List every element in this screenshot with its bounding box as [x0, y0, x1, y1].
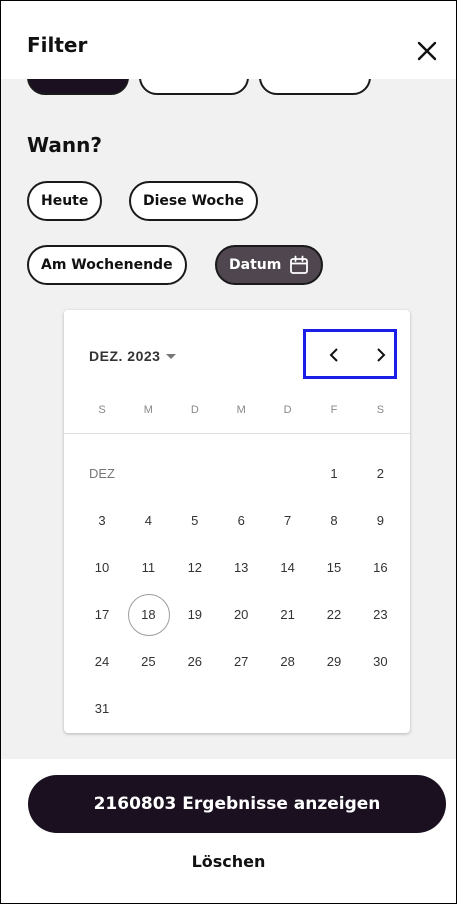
- weekday-label: M: [143, 404, 153, 416]
- caret-down-icon: [166, 353, 177, 359]
- partial-chip-selected[interactable]: [27, 79, 129, 95]
- filter-header: Filter: [1, 1, 456, 79]
- calendar-day[interactable]: 2: [357, 450, 403, 496]
- calendar-day[interactable]: 30: [357, 638, 403, 684]
- calendar-icon: [289, 255, 309, 275]
- chip-label: Diese Woche: [143, 193, 244, 209]
- calendar-day[interactable]: 19: [172, 591, 218, 637]
- close-icon: [417, 41, 437, 61]
- show-results-button[interactable]: 2160803 Ergebnisse anzeigen: [28, 775, 446, 833]
- chip-today[interactable]: Heute: [27, 181, 103, 221]
- weekday-label: F: [330, 404, 338, 416]
- section-title-when: Wann?: [27, 133, 102, 157]
- chevron-right-icon: [377, 348, 386, 362]
- clear-button[interactable]: Löschen: [1, 852, 456, 871]
- filter-footer: 2160803 Ergebnisse anzeigen Löschen: [1, 759, 456, 903]
- calendar-day[interactable]: 26: [172, 638, 218, 684]
- month-selector[interactable]: DEZ. 2023: [89, 348, 177, 364]
- calendar-day[interactable]: 4: [125, 497, 171, 543]
- calendar-day[interactable]: 3: [79, 497, 125, 543]
- calendar-day[interactable]: 9: [357, 497, 403, 543]
- calendar-day[interactable]: 10: [79, 544, 125, 590]
- filter-title: Filter: [27, 33, 88, 57]
- partial-chip[interactable]: [259, 79, 371, 95]
- weekday-label: S: [98, 404, 106, 416]
- calendar-day[interactable]: 14: [265, 544, 311, 590]
- chip-label: Am Wochenende: [41, 257, 173, 273]
- next-month-button[interactable]: [366, 338, 396, 372]
- weekday-header: SMDMDFS: [79, 404, 404, 420]
- month-label: DEZ. 2023: [89, 348, 161, 364]
- calendar-day[interactable]: 11: [125, 544, 171, 590]
- weekday-label: D: [190, 404, 199, 416]
- chip-label: Datum: [229, 257, 282, 273]
- calendar-day[interactable]: 7: [265, 497, 311, 543]
- calendar-day[interactable]: 24: [79, 638, 125, 684]
- calendar-day[interactable]: 12: [172, 544, 218, 590]
- weekday-label: M: [236, 404, 246, 416]
- divider: [64, 433, 410, 434]
- calendar-day[interactable]: 1: [311, 450, 357, 496]
- calendar-day[interactable]: 6: [218, 497, 264, 543]
- calendar-day[interactable]: 27: [218, 638, 264, 684]
- calendar-day[interactable]: 13: [218, 544, 264, 590]
- calendar-day[interactable]: 22: [311, 591, 357, 637]
- filter-content[interactable]: Wann? Heute Diese Woche Am Wochenende Da…: [1, 79, 456, 759]
- calendar-day-today[interactable]: 18: [125, 591, 171, 637]
- previous-month-button[interactable]: [319, 338, 349, 372]
- weekday-label: D: [283, 404, 292, 416]
- calendar-day[interactable]: 17: [79, 591, 125, 637]
- chevron-left-icon: [329, 348, 338, 362]
- chip-label: Heute: [41, 193, 89, 209]
- chip-weekend[interactable]: Am Wochenende: [27, 245, 187, 285]
- calendar-day[interactable]: 31: [79, 685, 125, 731]
- calendar-day[interactable]: 15: [311, 544, 357, 590]
- partial-chip[interactable]: [139, 79, 249, 95]
- weekday-label: S: [376, 404, 385, 416]
- calendar-day[interactable]: 23: [357, 591, 403, 637]
- calendar-day[interactable]: 20: [218, 591, 264, 637]
- date-picker: DEZ. 2023 SMDMDFS DEZ 1 2 3 4 5 6 7 8 9 10 11 12 13 14…: [64, 310, 410, 733]
- chip-this-week[interactable]: Diese Woche: [129, 181, 258, 221]
- close-button[interactable]: [415, 39, 439, 63]
- calendar-day[interactable]: 21: [265, 591, 311, 637]
- calendar-day[interactable]: 29: [311, 638, 357, 684]
- calendar-day[interactable]: 25: [125, 638, 171, 684]
- calendar-day[interactable]: 8: [311, 497, 357, 543]
- calendar-day[interactable]: 5: [172, 497, 218, 543]
- chip-date[interactable]: Datum: [215, 245, 324, 285]
- calendar-day[interactable]: 28: [265, 638, 311, 684]
- calendar-day[interactable]: 16: [357, 544, 403, 590]
- filter-panel: Filter Wann? Heute Diese Woche Am Wochen…: [0, 0, 457, 904]
- month-short-label: DEZ: [89, 465, 115, 481]
